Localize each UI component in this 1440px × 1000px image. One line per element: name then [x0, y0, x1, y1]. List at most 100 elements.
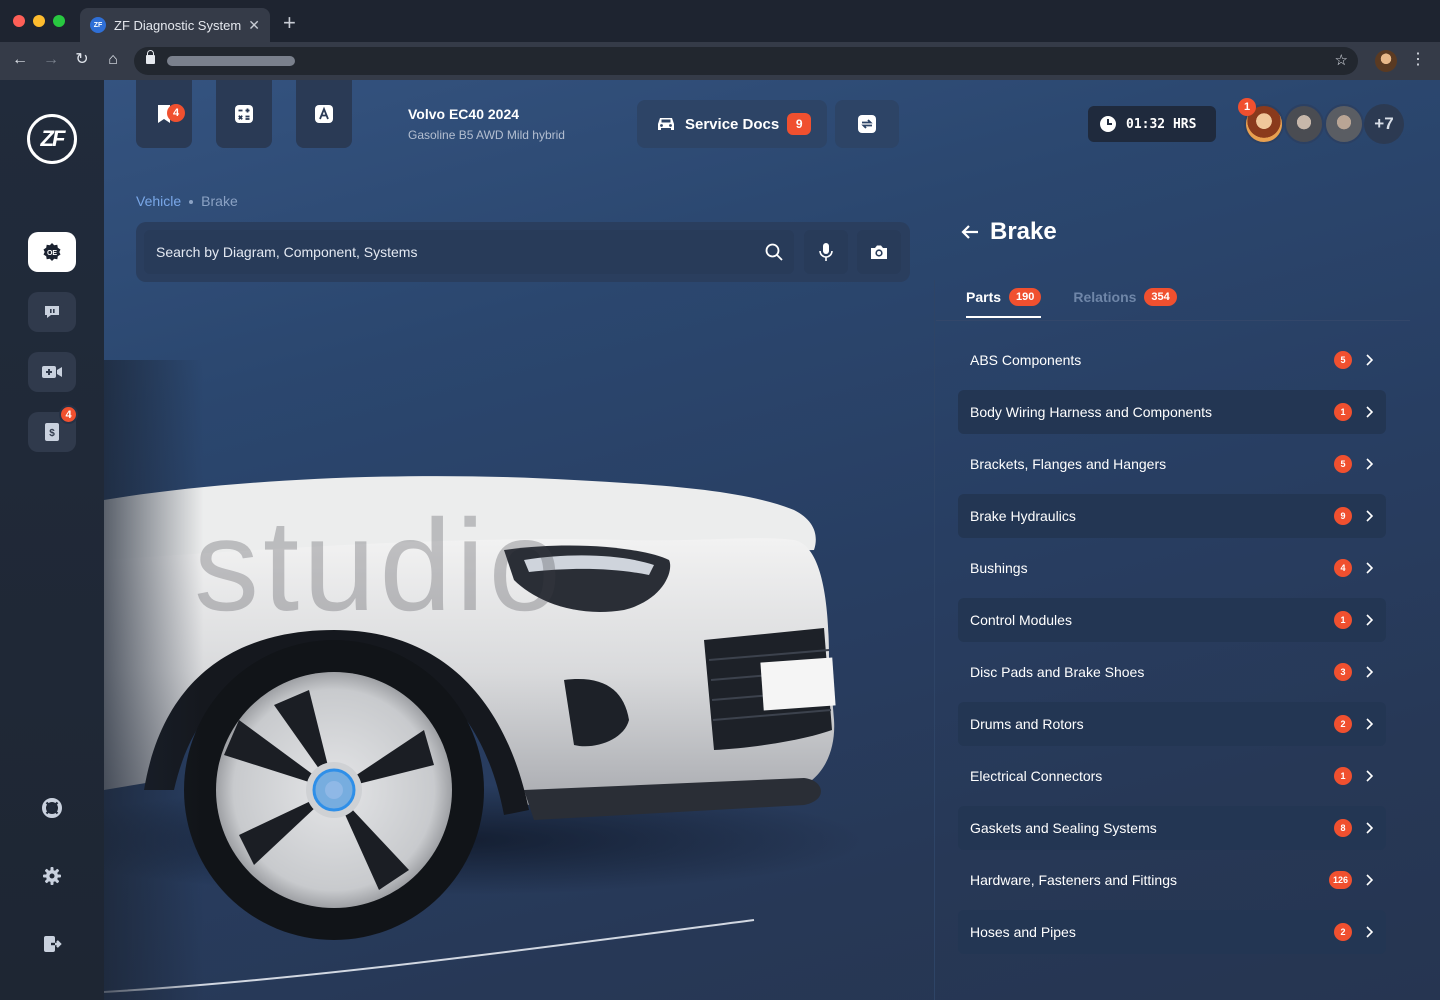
tab-relations-count: 354 [1144, 288, 1177, 306]
breadcrumb: Vehicle Brake [136, 193, 238, 209]
list-item-label: Brackets, Flanges and Hangers [970, 456, 1167, 472]
svg-text:$: $ [49, 428, 55, 439]
minimize-window-button[interactable] [33, 15, 45, 27]
avatar[interactable] [1324, 104, 1364, 144]
service-docs-button[interactable]: Service Docs 9 [637, 100, 827, 148]
camera-icon [871, 245, 887, 259]
service-docs-label: Service Docs [685, 115, 780, 133]
sync-icon [858, 115, 876, 133]
maximize-window-button[interactable] [53, 15, 65, 27]
search-icon[interactable] [764, 242, 784, 262]
list-item[interactable]: Gaskets and Sealing Systems 8 [958, 806, 1386, 850]
billing-badge: 4 [59, 405, 78, 424]
home-icon[interactable]: ⌂ [102, 50, 124, 70]
list-item[interactable]: Hardware, Fasteners and Fittings 126 [958, 858, 1386, 902]
list-item[interactable]: Bushings 4 [958, 546, 1386, 590]
list-item[interactable]: Body Wiring Harness and Components 1 [958, 390, 1386, 434]
breadcrumb-current: Brake [201, 193, 238, 209]
list-item-label: Drums and Rotors [970, 716, 1084, 732]
logout-icon [44, 936, 62, 952]
microphone-icon [819, 243, 833, 261]
list-item-count: 8 [1334, 819, 1352, 837]
address-bar[interactable]: ☆ [134, 47, 1358, 75]
list-item-count: 126 [1328, 871, 1352, 889]
session-timer: 01:32 HRS [1088, 106, 1216, 142]
list-item[interactable]: ABS Components 5 [958, 338, 1386, 382]
chevron-right-icon [1364, 718, 1374, 730]
chevron-right-icon [1364, 926, 1374, 938]
list-item-label: Electrical Connectors [970, 768, 1103, 784]
vehicle-viewer[interactable]: studio [104, 360, 934, 1000]
tab-parts[interactable]: Parts 190 [966, 288, 1042, 318]
list-item[interactable]: Brake Hydraulics 9 [958, 494, 1386, 538]
breadcrumb-vehicle[interactable]: Vehicle [136, 193, 181, 209]
app-root: ZF OE $ 4 4 Volvo EC40 2024 Gasoline B5 … [0, 80, 1440, 1000]
search-bar [136, 222, 910, 282]
list-item[interactable]: Control Modules 1 [958, 598, 1386, 642]
sidebar-item-support[interactable] [28, 788, 76, 828]
browser-tab[interactable]: ZF ZF Diagnostic System ✕ [80, 8, 270, 42]
sidebar-item-chat[interactable] [28, 292, 76, 332]
new-tab-icon[interactable]: + [283, 11, 296, 35]
list-item-count: 5 [1334, 351, 1352, 369]
vehicle-subtitle: Gasoline B5 AWD Mild hybrid [408, 128, 565, 142]
bookmarks-button[interactable]: 4 [136, 80, 192, 148]
calculator-button[interactable] [216, 80, 272, 148]
session-timer-text: 01:32 HRS [1126, 116, 1197, 132]
reload-icon[interactable]: ↻ [71, 50, 93, 70]
more-participants[interactable]: +7 [1364, 104, 1404, 144]
list-item-label: Body Wiring Harness and Components [970, 404, 1213, 420]
chevron-right-icon [1364, 354, 1374, 366]
svg-text:OE: OE [47, 250, 57, 257]
lock-icon [146, 50, 155, 64]
forward-icon[interactable]: → [40, 50, 62, 70]
list-item-label: Hoses and Pipes [970, 924, 1076, 940]
search-input[interactable] [144, 230, 794, 274]
car-icon [658, 118, 674, 130]
list-item-label: ABS Components [970, 352, 1082, 368]
chevron-right-icon [1364, 458, 1374, 470]
voice-search-button[interactable] [804, 230, 848, 274]
list-item[interactable]: Drums and Rotors 2 [958, 702, 1386, 746]
zf-logo[interactable]: ZF [27, 114, 77, 164]
chevron-right-icon [1364, 666, 1374, 678]
sidebar-item-billing[interactable]: $ 4 [28, 405, 78, 452]
clock-icon [1100, 116, 1116, 132]
bookmark-star-icon[interactable]: ☆ [1335, 51, 1348, 69]
back-icon[interactable]: ← [9, 50, 31, 70]
video-call-icon [42, 366, 62, 378]
tab-relations-label: Relations [1073, 289, 1137, 305]
list-item-label: Brake Hydraulics [970, 508, 1076, 524]
url-redacted [167, 56, 295, 66]
browser-profile-avatar[interactable] [1375, 50, 1397, 72]
sync-button[interactable] [835, 100, 899, 148]
tab-relations[interactable]: Relations 354 [1073, 288, 1177, 318]
avatar[interactable] [1284, 104, 1324, 144]
list-item-label: Hardware, Fasteners and Fittings [970, 872, 1177, 888]
list-item[interactable]: Hoses and Pipes 2 [958, 910, 1386, 954]
list-item[interactable]: Disc Pads and Brake Shoes 3 [958, 650, 1386, 694]
search-input-box[interactable] [144, 230, 794, 274]
list-item[interactable]: Brackets, Flanges and Hangers 5 [958, 442, 1386, 486]
sidebar-item-video[interactable] [28, 352, 76, 392]
back-arrow-icon[interactable] [960, 223, 980, 241]
browser-menu-icon[interactable]: ⋮ [1410, 50, 1426, 70]
panel-header: Brake [960, 218, 1057, 246]
tab-parts-count: 190 [1009, 288, 1042, 306]
translate-button[interactable] [296, 80, 352, 148]
list-item-count: 5 [1334, 455, 1352, 473]
camera-search-button[interactable] [857, 230, 901, 274]
list-item-count: 9 [1334, 507, 1352, 525]
list-item-count: 2 [1334, 923, 1352, 941]
parts-list: ABS Components 5 Body Wiring Harness and … [958, 338, 1386, 962]
list-item-count: 3 [1334, 663, 1352, 681]
list-item-label: Bushings [970, 560, 1028, 576]
list-item-label: Control Modules [970, 612, 1072, 628]
close-window-button[interactable] [13, 15, 25, 27]
tab-parts-label: Parts [966, 289, 1002, 305]
sidebar-item-oe[interactable]: OE [28, 232, 76, 272]
sidebar-item-logout[interactable] [28, 924, 76, 964]
list-item[interactable]: Electrical Connectors 1 [958, 754, 1386, 798]
close-tab-icon[interactable]: ✕ [248, 17, 260, 34]
sidebar-item-settings[interactable] [28, 856, 76, 896]
